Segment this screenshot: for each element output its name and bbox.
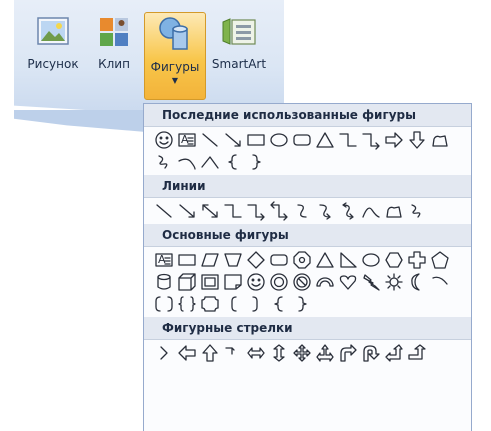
moon-shape[interactable] <box>405 271 428 293</box>
heart-shape[interactable] <box>336 271 359 293</box>
elbow-arrow-connector-shape[interactable] <box>244 200 267 222</box>
scribble-shape[interactable] <box>405 200 428 222</box>
sun-shape[interactable] <box>382 271 405 293</box>
curve-shape[interactable] <box>359 200 382 222</box>
rectangle-shape[interactable] <box>244 129 267 151</box>
oval-shape[interactable] <box>359 249 382 271</box>
freeform-shape[interactable] <box>382 200 405 222</box>
up-down-arrow-shape[interactable] <box>267 342 290 364</box>
curved-arrow-shape[interactable] <box>313 200 336 222</box>
folded-corner-shape[interactable] <box>221 271 244 293</box>
elbow-arrow-connector-shape[interactable] <box>359 129 382 151</box>
elbow-double-arrow-shape[interactable] <box>267 200 290 222</box>
lines-grid <box>144 198 471 224</box>
section-header-basic-shapes: Основные фигуры <box>144 224 471 247</box>
elbow-connector-shape[interactable] <box>336 129 359 151</box>
lightning-shape[interactable] <box>359 271 382 293</box>
right-arrow-shape[interactable] <box>382 129 405 151</box>
line-shape[interactable] <box>198 129 221 151</box>
curve-shape[interactable] <box>175 151 198 173</box>
diamond-shape[interactable] <box>244 249 267 271</box>
block-arrows-grid <box>144 340 471 366</box>
double-arrow-line-shape[interactable] <box>198 200 221 222</box>
trapezoid-shape[interactable] <box>221 249 244 271</box>
triangle-shape[interactable] <box>313 249 336 271</box>
parallelogram-shape[interactable] <box>198 249 221 271</box>
hexagon-shape[interactable] <box>382 249 405 271</box>
section-header-lines: Линии <box>144 175 471 198</box>
bent-arrow-shape[interactable] <box>336 342 359 364</box>
arc-shape[interactable] <box>198 151 221 173</box>
smartart-button[interactable]: SmartArt <box>206 14 272 92</box>
pentagon-shape[interactable] <box>428 249 451 271</box>
shapes-icon <box>155 13 195 56</box>
rounded-rectangle-shape[interactable] <box>290 129 313 151</box>
clipart-button[interactable]: Клип <box>92 14 136 92</box>
textbox-shape[interactable]: A <box>152 249 175 271</box>
plaque-shape[interactable] <box>198 293 221 315</box>
chevron-right-shape[interactable] <box>152 342 175 364</box>
up-arrow-shape[interactable] <box>198 342 221 364</box>
donut-shape[interactable] <box>267 271 290 293</box>
smiley-shape[interactable] <box>244 271 267 293</box>
rounded-rectangle-shape[interactable] <box>267 249 290 271</box>
block-arc-shape[interactable] <box>313 271 336 293</box>
elbow-connector-shape[interactable] <box>221 200 244 222</box>
bracket-pair-shape[interactable] <box>152 293 175 315</box>
left-right-arrow-shape[interactable] <box>244 342 267 364</box>
clipart-icon <box>96 14 132 53</box>
bent-up-arrow-shape[interactable] <box>405 342 428 364</box>
section-header-block-arrows: Фигурные стрелки <box>144 317 471 340</box>
textbox-shape[interactable]: A <box>175 129 198 151</box>
line-shape[interactable] <box>152 200 175 222</box>
right-bracket-shape[interactable] <box>244 293 267 315</box>
oval-shape[interactable] <box>267 129 290 151</box>
left-right-up-shape[interactable] <box>313 342 336 364</box>
bevel-shape[interactable] <box>198 271 221 293</box>
brace-pair-shape[interactable] <box>175 293 198 315</box>
basic-shapes-grid: A <box>144 247 471 317</box>
smartart-icon <box>220 14 258 53</box>
u-turn-shape[interactable] <box>359 342 382 364</box>
down-arrow-shape[interactable] <box>405 129 428 151</box>
section-header-recent: Последние использованные фигуры <box>144 104 471 127</box>
cross-shape[interactable] <box>405 249 428 271</box>
curved-double-arrow-shape[interactable] <box>336 200 359 222</box>
right-brace-shape[interactable] <box>290 293 313 315</box>
recent-shapes-grid: A <box>144 127 471 175</box>
octagon-shape[interactable] <box>290 249 313 271</box>
shapes-label: Фигуры <box>150 60 200 74</box>
curved-connector-shape[interactable] <box>290 200 313 222</box>
clipart-label: Клип <box>98 57 130 71</box>
picture-label: Рисунок <box>27 57 79 71</box>
freeform-shape[interactable] <box>428 129 451 151</box>
cube-shape[interactable] <box>175 271 198 293</box>
bent-up-shape[interactable] <box>221 342 244 364</box>
no-symbol-shape[interactable] <box>290 271 313 293</box>
arrow-line-shape[interactable] <box>221 129 244 151</box>
left-arrow-shape[interactable] <box>175 342 198 364</box>
arc-shape[interactable] <box>428 271 451 293</box>
left-brace-shape[interactable] <box>221 151 244 173</box>
left-bracket-shape[interactable] <box>221 293 244 315</box>
right-triangle-shape[interactable] <box>336 249 359 271</box>
chevron-down-icon: ▼ <box>171 76 179 85</box>
left-up-shape[interactable] <box>382 342 405 364</box>
left-brace-shape[interactable] <box>267 293 290 315</box>
can-shape[interactable] <box>152 271 175 293</box>
rectangle-shape[interactable] <box>175 249 198 271</box>
scribble-shape[interactable] <box>152 151 175 173</box>
ribbon-edge <box>14 110 146 132</box>
picture-icon <box>35 14 71 53</box>
smartart-label: SmartArt <box>211 57 267 71</box>
picture-button[interactable]: Рисунок <box>22 14 84 92</box>
shapes-gallery: Последние использованные фигуры A Линии <box>143 103 472 431</box>
right-brace-shape[interactable] <box>244 151 267 173</box>
shapes-button[interactable]: Фигуры ▼ <box>144 12 206 100</box>
triangle-shape[interactable] <box>313 129 336 151</box>
smiley-shape[interactable] <box>152 129 175 151</box>
quad-arrow-shape[interactable] <box>290 342 313 364</box>
arrow-line-shape[interactable] <box>175 200 198 222</box>
